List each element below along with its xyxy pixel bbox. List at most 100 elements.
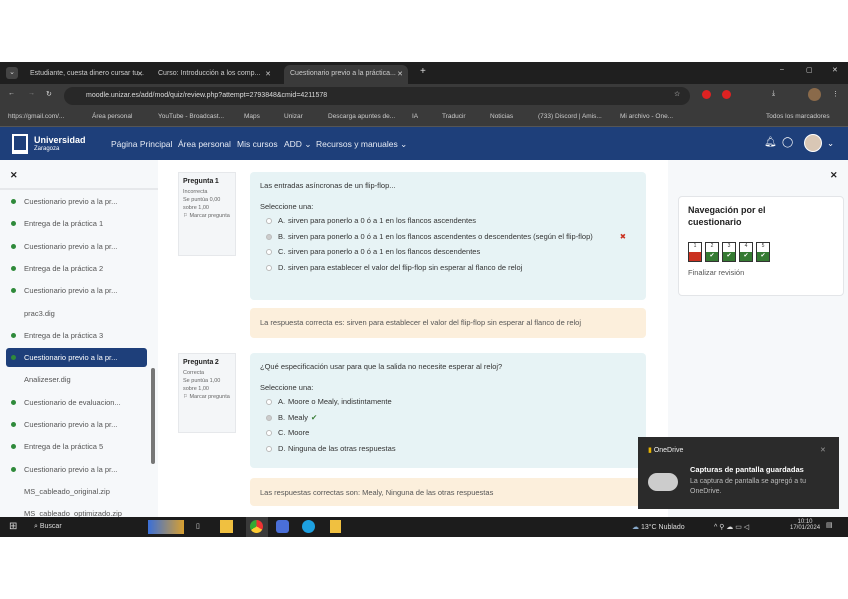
close-notification-button[interactable]: ✕ (820, 446, 826, 454)
close-icon[interactable]: ✕ (137, 70, 143, 78)
reload-icon[interactable]: ↻ (46, 90, 52, 98)
course-index-item[interactable]: Cuestionario previo a la pr... (6, 460, 147, 479)
nav-my-courses[interactable]: Mis cursos (237, 139, 278, 149)
download-icon[interactable]: ⤓ (772, 90, 775, 98)
radio-button[interactable] (266, 233, 272, 240)
option-letter: A. (278, 216, 286, 225)
course-index-item[interactable]: prac3.dig (6, 304, 147, 323)
extension-icon[interactable] (702, 90, 711, 99)
option-letter: A. (278, 397, 286, 406)
bookmark-star-icon[interactable]: ☆ (674, 90, 680, 98)
radio-button[interactable] (266, 414, 272, 421)
tab-2[interactable]: Curso: Introducción a los comp... ✕ (152, 65, 276, 84)
finish-review-link[interactable]: Finalizar revisión (688, 268, 834, 277)
close-drawer-button[interactable]: ✕ (830, 170, 838, 181)
course-index-item[interactable]: Cuestionario previo a la pr... (6, 348, 147, 368)
nav-dashboard[interactable]: Área personal (178, 139, 231, 149)
onedrive-notification[interactable]: ▮ OneDrive ✕ Capturas de pantalla guarda… (638, 437, 839, 509)
course-index-item[interactable]: Analizeser.dig (6, 370, 147, 389)
radio-button[interactable] (266, 218, 272, 224)
close-drawer-button[interactable]: ✕ (10, 170, 18, 181)
nav-resources[interactable]: Recursos y manuales ⌄ (316, 139, 407, 150)
course-index-item[interactable]: Cuestionario previo a la pr... (6, 415, 147, 434)
question-nav-button[interactable]: 1 (688, 242, 702, 263)
app-icon[interactable] (276, 520, 289, 533)
profile-avatar[interactable] (808, 88, 821, 101)
notification-center-icon[interactable]: ▤ (826, 521, 833, 529)
radio-button[interactable] (266, 264, 272, 271)
question-score: Se puntúa 0,00 sobre 1,00 (183, 196, 221, 211)
back-icon[interactable]: ← (8, 90, 15, 97)
bookmark[interactable]: IA (412, 113, 418, 120)
flag-question-link[interactable]: ⚐ Marcar pregunta (183, 394, 230, 400)
close-window-button[interactable]: ✕ (832, 66, 838, 74)
bookmark[interactable]: (733) Discord | Amis... (538, 113, 602, 120)
user-avatar[interactable] (804, 134, 822, 152)
bookmark[interactable]: Descarga apuntes de... (328, 113, 395, 120)
chevron-down-icon[interactable]: ⌄ (827, 138, 834, 149)
course-index-item[interactable]: Cuestionario previo a la pr... (6, 192, 147, 211)
tab-search-button[interactable]: ⌄ (6, 67, 18, 79)
bookmark[interactable]: Maps (244, 113, 260, 120)
clock[interactable]: 10:10 17/01/2024 (790, 519, 820, 531)
app-icon[interactable] (330, 520, 341, 533)
close-icon[interactable]: ✕ (397, 70, 403, 78)
close-icon[interactable]: ✕ (265, 70, 271, 78)
radio-button[interactable] (266, 445, 272, 452)
nav-add[interactable]: ADD ⌄ (284, 139, 311, 150)
bookmark[interactable]: Noticias (490, 113, 513, 120)
course-index-item[interactable]: Entrega de la práctica 1 (6, 214, 147, 233)
course-index-item[interactable]: MS_cableado_original.zip (6, 482, 147, 501)
question-nav-button[interactable]: 5 ✔ (756, 242, 770, 263)
bookmark[interactable]: https://gmail.com/... (8, 113, 64, 120)
menu-icon[interactable]: ⋮ (832, 90, 839, 98)
question-number: 2 (710, 243, 714, 250)
weather-widget[interactable]: ☁ 13°C Nublado (632, 523, 685, 531)
bookmark[interactable]: Área personal (92, 113, 132, 120)
course-index-item[interactable]: Entrega de la práctica 2 (6, 259, 147, 278)
radio-button[interactable] (266, 430, 272, 436)
quiz-nav-block: Navegación por el cuestionario 1 2 ✔ 3 ✔ 4 ✔ 5 ✔… (678, 196, 844, 296)
chat-icon[interactable]: ◯ (782, 137, 793, 148)
item-label: Analizeser.dig (24, 375, 71, 385)
course-index-item[interactable]: Entrega de la práctica 3 (6, 326, 147, 345)
course-index-item[interactable]: Cuestionario previo a la pr... (6, 281, 147, 300)
maximize-button[interactable]: ▢ (806, 66, 813, 74)
question-nav-button[interactable]: 2 ✔ (705, 242, 719, 263)
nav-home[interactable]: Página Principal (111, 139, 172, 149)
question-nav-button[interactable]: 3 ✔ (722, 242, 736, 263)
bell-icon[interactable]: 🔔︎ (764, 137, 777, 148)
course-index-item[interactable]: Cuestionario previo a la pr... (6, 237, 147, 256)
tray-icons[interactable]: ^ ⚲ ☁ ▭ ◁ (714, 523, 749, 531)
file-explorer-icon[interactable] (220, 520, 233, 533)
search-box[interactable]: ⌕ Buscar (34, 523, 62, 531)
radio-button[interactable] (266, 399, 272, 405)
url-input[interactable]: moodle.unizar.es/add/mod/quiz/review.php… (64, 87, 690, 105)
course-index-item[interactable]: Cuestionario de evaluacion... (6, 393, 147, 412)
completion-dot-icon (11, 221, 16, 227)
radio-button[interactable] (266, 249, 272, 255)
option-letter: C. (278, 247, 286, 256)
minimize-button[interactable]: – (780, 66, 784, 73)
extension-icon[interactable] (722, 90, 731, 99)
task-view-icon[interactable]: ▯ (196, 522, 200, 530)
edge-icon[interactable] (302, 520, 315, 533)
chrome-icon[interactable] (250, 520, 263, 533)
scrollbar[interactable] (151, 368, 155, 464)
windows-start-icon[interactable]: ⊞ (9, 521, 17, 532)
tab-1[interactable]: Estudiante, cuesta dinero cursar tu... ✕ (24, 65, 148, 84)
question-nav-button[interactable]: 4 ✔ (739, 242, 753, 263)
bookmark[interactable]: YouTube - Broadcast... (158, 113, 224, 120)
course-index-item[interactable]: Entrega de la práctica 5 (6, 437, 147, 456)
tab-3[interactable]: Cuestionario previo a la práctica... ✕ (284, 65, 408, 84)
bookmark[interactable]: Traducir (442, 113, 466, 120)
all-bookmarks[interactable]: Todos los marcadores (766, 113, 830, 120)
logo-title[interactable]: Universidad (34, 135, 86, 145)
widget-icon[interactable] (148, 520, 184, 534)
forward-icon[interactable]: → (28, 90, 35, 97)
new-tab-button[interactable]: + (420, 66, 426, 77)
bookmark[interactable]: Mi archivo - One... (620, 113, 673, 120)
flag-question-link[interactable]: ⚐ Marcar pregunta (183, 213, 230, 219)
question-title: Pregunta (183, 359, 214, 366)
bookmark[interactable]: Unizar (284, 113, 303, 120)
